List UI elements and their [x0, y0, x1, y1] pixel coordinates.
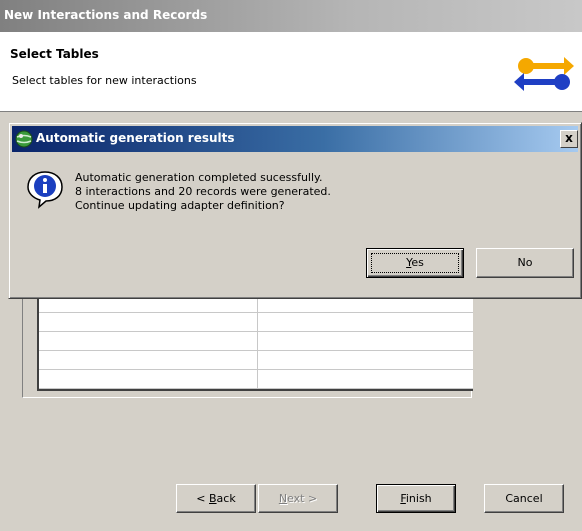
dialog-title: Automatic generation results — [36, 131, 235, 145]
back-button[interactable]: < Back — [176, 484, 256, 513]
next-mnemonic: N — [278, 492, 288, 505]
finish-button[interactable]: Finish — [376, 484, 456, 513]
wizard-titlebar: New Interactions and Records — [0, 0, 582, 32]
table-row[interactable] — [39, 333, 473, 351]
dialog-titlebar[interactable]: Automatic generation results x — [12, 126, 578, 152]
back-mnemonic: B — [209, 492, 217, 505]
next-button[interactable]: Next > — [258, 484, 338, 513]
page-description: Select tables for new interactions — [12, 74, 197, 87]
no-label: No — [517, 256, 533, 269]
table-row[interactable] — [39, 314, 473, 332]
back-label-rest: ack — [216, 492, 236, 505]
finish-label-rest: inish — [405, 492, 432, 505]
column-divider — [257, 295, 258, 389]
connector-arrows-icon — [514, 57, 574, 91]
tables-table[interactable] — [37, 295, 473, 391]
app-globe-icon — [15, 130, 33, 148]
cancel-label: Cancel — [505, 492, 543, 505]
next-label-rest: ext > — [287, 492, 318, 505]
tables-group — [22, 290, 473, 398]
message-line: Automatic generation completed sucessful… — [75, 171, 323, 184]
page-title: Select Tables — [10, 47, 99, 61]
message-line: 8 interactions and 20 records were gener… — [75, 185, 331, 198]
results-dialog: Automatic generation results x Automatic… — [8, 122, 582, 299]
dialog-message: Automatic generation completed sucessful… — [75, 171, 331, 213]
wizard-title: New Interactions and Records — [4, 8, 208, 22]
wizard-header: Select Tables Select tables for new inte… — [0, 32, 582, 112]
message-line: Continue updating adapter definition? — [75, 199, 285, 212]
info-icon — [27, 171, 63, 209]
yes-button[interactable]: Yes — [366, 248, 464, 278]
table-row[interactable] — [39, 371, 473, 389]
focus-ring — [371, 253, 459, 273]
cancel-button[interactable]: Cancel — [484, 484, 564, 513]
back-prefix: < — [196, 492, 209, 505]
close-icon: x — [565, 131, 573, 145]
close-button[interactable]: x — [560, 130, 578, 148]
no-button[interactable]: No — [476, 248, 574, 278]
table-row[interactable] — [39, 352, 473, 370]
